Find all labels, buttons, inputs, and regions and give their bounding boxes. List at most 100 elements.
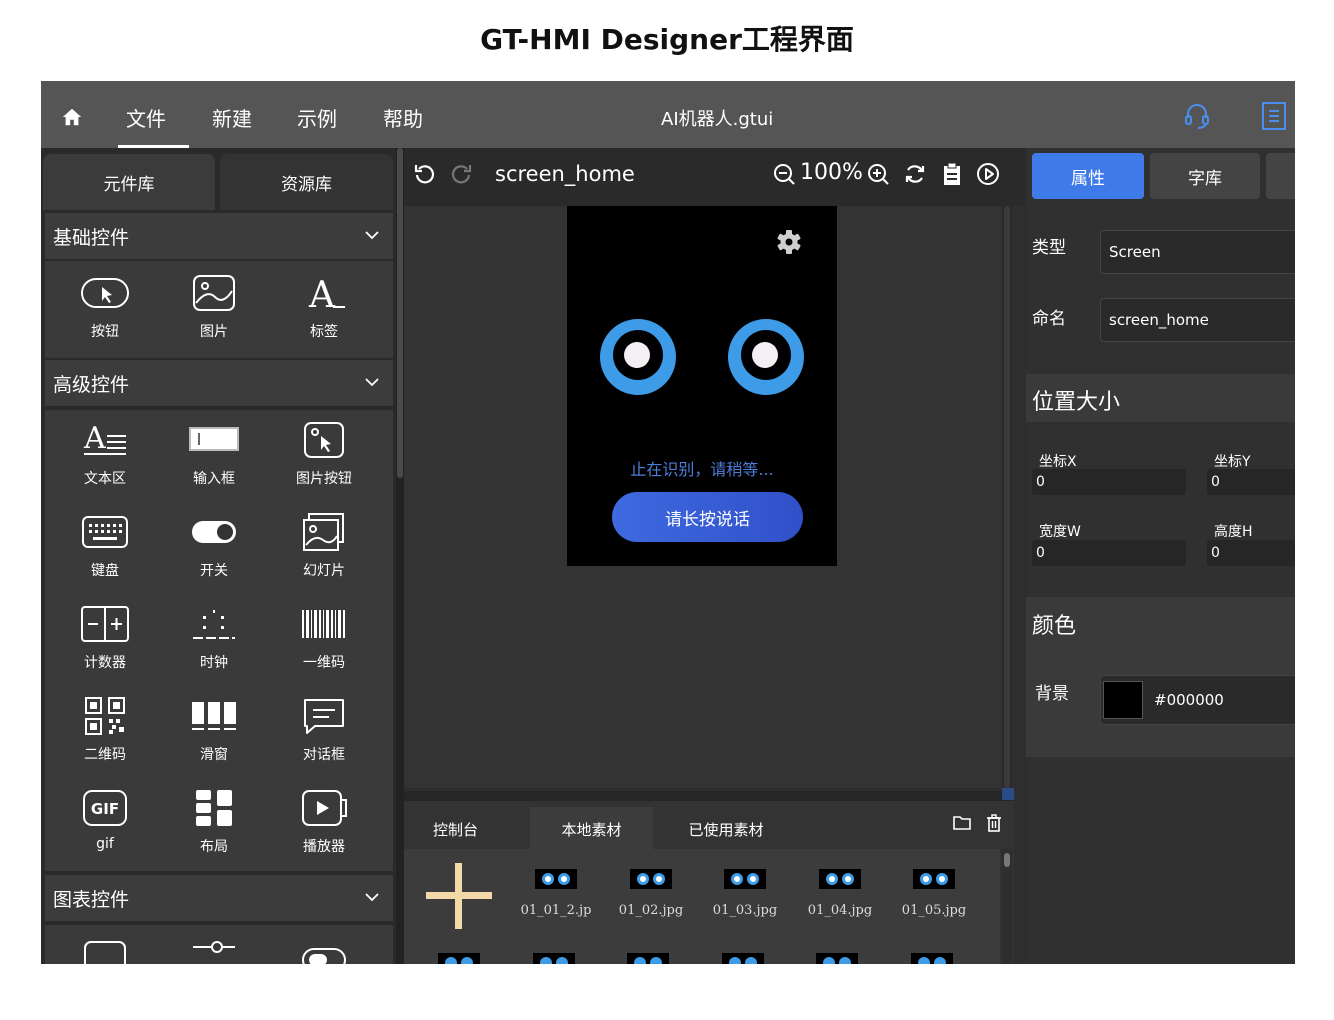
y-field[interactable]: 0 <box>1207 469 1295 495</box>
tab-local-assets[interactable]: 本地素材 <box>530 807 653 851</box>
image-icon <box>193 275 235 311</box>
canvas-vertical-scrollbar[interactable] <box>1002 206 1012 788</box>
canvas-horizontal-scrollbar[interactable] <box>404 791 1014 801</box>
background-label: 背景 <box>1035 684 1069 704</box>
button-icon <box>81 278 129 308</box>
svg-text:A: A <box>83 421 106 456</box>
player-icon <box>302 790 347 826</box>
component-qrcode[interactable]: 二维码 <box>60 696 150 764</box>
eyes-thumbnail[interactable] <box>627 953 669 964</box>
section-chart-title: 图表控件 <box>53 888 130 911</box>
height-field[interactable]: 0 <box>1207 540 1295 566</box>
asset-item[interactable]: 01_05.jpg <box>894 869 974 918</box>
toggle-icon[interactable] <box>301 939 347 964</box>
screen-name: screen_home <box>495 162 635 186</box>
width-label: 宽度W <box>1039 524 1081 540</box>
page-caption: GT-HMI Designer工程界面 <box>480 23 854 56</box>
chevron-down-icon <box>365 231 379 240</box>
component-textarea[interactable]: A 文本区 <box>60 420 150 488</box>
undo-icon[interactable] <box>413 162 437 186</box>
redo-icon[interactable] <box>449 162 473 186</box>
play-icon[interactable] <box>976 162 1000 186</box>
eyes-thumbnail[interactable] <box>438 953 480 964</box>
component-layout[interactable]: 布局 <box>169 788 259 856</box>
tab-resource-library[interactable]: 资源库 <box>220 154 393 210</box>
keyboard-icon <box>82 516 128 548</box>
component-counter[interactable]: 计数器 <box>60 604 150 672</box>
component-gif[interactable]: GIF gif <box>60 788 150 852</box>
asset-item[interactable]: 01_03.jpg <box>705 869 785 918</box>
trash-icon[interactable] <box>984 813 1004 833</box>
section-advanced-title: 高级控件 <box>53 373 130 396</box>
width-field[interactable]: 0 <box>1032 540 1186 566</box>
tab-console[interactable]: 控制台 <box>418 807 493 851</box>
tab-used-assets[interactable]: 已使用素材 <box>676 807 776 851</box>
folder-icon[interactable] <box>952 813 972 833</box>
component-button[interactable]: 按钮 <box>60 273 150 341</box>
image-button-icon <box>304 422 344 458</box>
textarea-icon: A <box>83 421 126 456</box>
menu-file[interactable]: 文件 <box>126 103 166 132</box>
counter-icon <box>81 606 129 642</box>
slider-icon[interactable] <box>191 939 237 964</box>
x-field[interactable]: 0 <box>1032 469 1186 495</box>
eyes-thumbnail[interactable] <box>722 953 764 964</box>
top-menu-bar: 文件 新建 示例 帮助 AI机器人.gtui <box>41 81 1295 148</box>
component-slideshow[interactable]: 幻灯片 <box>279 512 369 580</box>
eyes-thumbnail[interactable] <box>816 953 858 964</box>
tab-font-library[interactable]: 字库 <box>1150 153 1260 199</box>
name-label: 命名 <box>1032 309 1066 329</box>
component-keyboard[interactable]: 键盘 <box>60 512 150 580</box>
left-eye <box>600 319 676 395</box>
add-asset-icon[interactable] <box>426 863 492 929</box>
switch-icon <box>192 521 236 543</box>
tab-more[interactable] <box>1266 153 1295 199</box>
component-image-button[interactable]: 图片按钮 <box>279 420 369 488</box>
hold-to-talk-button[interactable]: 请长按说话 <box>612 492 803 542</box>
zoom-in-icon[interactable] <box>866 162 890 186</box>
gear-icon[interactable] <box>775 228 803 256</box>
eyes-thumbnail[interactable] <box>533 953 575 964</box>
eyes-thumbnail <box>535 869 577 889</box>
left-panel-scrollbar[interactable] <box>396 148 404 964</box>
section-basic-controls[interactable]: 基础控件 <box>45 213 393 259</box>
color-title: 颜色 <box>1032 614 1077 639</box>
eyes-thumbnail[interactable] <box>911 953 953 964</box>
section-chart-controls[interactable]: 图表控件 <box>45 875 393 921</box>
chart-widget-icon[interactable] <box>82 939 128 964</box>
asset-item[interactable]: 01_02.jpg <box>611 869 691 918</box>
asset-panel: 控制台 本地素材 已使用素材 01_01_2.jp 01_02.jpg 01_0… <box>404 801 1014 964</box>
editor-toolbar: screen_home 100% <box>404 148 1026 206</box>
component-player[interactable]: 播放器 <box>279 788 369 856</box>
menu-examples[interactable]: 示例 <box>297 103 337 132</box>
tab-component-library[interactable]: 元件库 <box>43 154 215 210</box>
asset-item[interactable]: 01_01_2.jp <box>516 869 596 918</box>
gif-icon: GIF <box>83 790 127 826</box>
asset-item[interactable]: 01_04.jpg <box>800 869 880 918</box>
position-size-title: 位置大小 <box>1032 390 1121 415</box>
zoom-out-icon[interactable] <box>772 162 796 186</box>
home-icon[interactable] <box>61 106 83 128</box>
clipboard-icon[interactable] <box>940 162 964 186</box>
headset-icon[interactable] <box>1182 101 1212 131</box>
component-dialog[interactable]: 对话框 <box>279 696 369 764</box>
name-field[interactable]: screen_home <box>1100 298 1295 342</box>
menu-new[interactable]: 新建 <box>212 103 252 132</box>
asset-scrollbar[interactable] <box>1002 849 1012 964</box>
component-input-box[interactable]: 输入框 <box>169 420 259 488</box>
dialog-icon <box>304 699 344 734</box>
component-sliding-window[interactable]: 滑窗 <box>169 696 259 764</box>
component-clock[interactable]: 时钟 <box>169 604 259 672</box>
refresh-icon[interactable] <box>903 162 927 186</box>
tab-properties[interactable]: 属性 <box>1032 153 1144 199</box>
component-switch[interactable]: 开关 <box>169 512 259 580</box>
component-label[interactable]: A 标签 <box>279 273 369 341</box>
document-icon[interactable] <box>1260 101 1288 131</box>
section-advanced-controls[interactable]: 高级控件 <box>45 360 393 406</box>
background-color-swatch[interactable] <box>1103 681 1143 719</box>
screen-preview[interactable]: 止在识别，请稍等... 请长按说话 <box>567 206 837 566</box>
component-image[interactable]: 图片 <box>169 273 259 341</box>
menu-help[interactable]: 帮助 <box>383 103 423 132</box>
component-barcode[interactable]: 一维码 <box>279 604 369 672</box>
type-field[interactable]: Screen <box>1100 230 1295 274</box>
